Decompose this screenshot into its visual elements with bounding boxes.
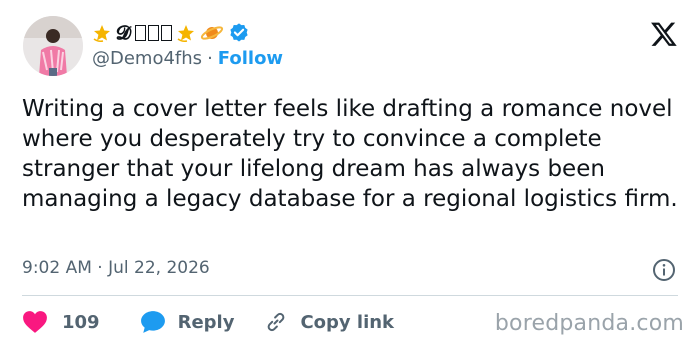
user-name-row: 𝓓	[92, 20, 250, 46]
copy-link-label: Copy link	[300, 311, 395, 333]
verified-badge-icon	[229, 23, 248, 42]
star-emoji-icon	[177, 25, 194, 42]
placeholder-glyph-boxes	[134, 25, 172, 41]
like-button[interactable]: 109	[22, 310, 140, 334]
info-icon[interactable]	[652, 258, 676, 282]
link-icon	[268, 312, 285, 332]
action-bar: 109 Reply Copy link	[22, 307, 394, 337]
follow-button[interactable]: Follow	[218, 48, 283, 69]
tweet-timestamp[interactable]: 9:02 AM · Jul 22, 2026	[22, 258, 210, 278]
avatar-image	[23, 16, 83, 76]
x-logo-icon[interactable]	[650, 20, 678, 48]
planet-emoji-icon	[200, 26, 223, 40]
divider	[22, 295, 678, 296]
copy-link-button[interactable]: Copy link	[264, 310, 394, 334]
reply-button[interactable]: Reply	[140, 310, 265, 334]
like-count: 109	[62, 311, 100, 333]
handle-row: @Demo4fhs · Follow	[92, 48, 283, 69]
separator-dot: ·	[207, 48, 213, 69]
watermark: boredpanda.com	[494, 311, 684, 336]
user-handle[interactable]: @Demo4fhs	[92, 48, 202, 69]
reply-bubble-icon	[140, 311, 165, 333]
tweet-card: 𝓓 @Demo4fhs · Follow Writing a cover let…	[0, 0, 700, 348]
star-emoji-icon	[93, 25, 110, 42]
reply-label: Reply	[177, 311, 235, 333]
heart-icon	[23, 311, 47, 333]
display-name[interactable]: 𝓓	[116, 22, 131, 44]
avatar[interactable]	[23, 16, 83, 76]
tweet-text: Writing a cover letter feels like drafti…	[22, 96, 678, 212]
